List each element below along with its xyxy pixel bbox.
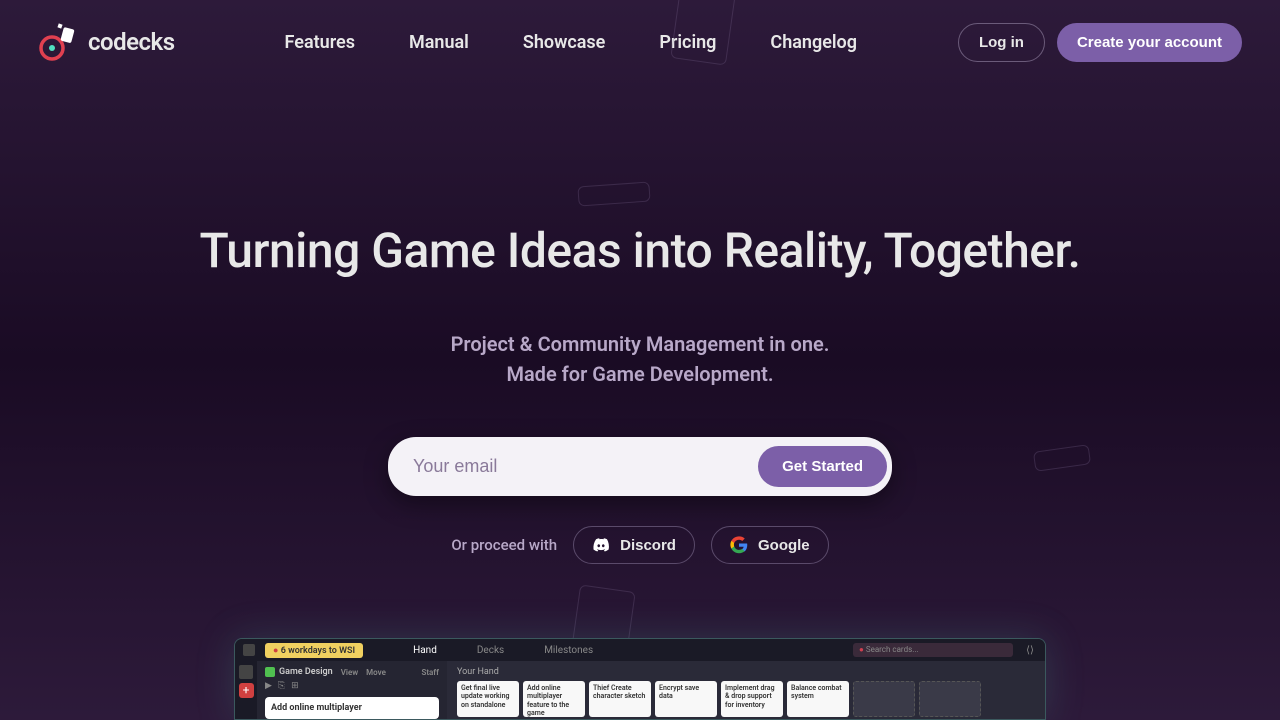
google-button[interactable]: Google: [711, 526, 829, 564]
login-button[interactable]: Log in: [958, 23, 1045, 62]
logo-icon: [38, 22, 78, 62]
preview-search: ● Search cards...: [853, 643, 1013, 657]
preview-menu-icon: [243, 644, 255, 656]
brand-text: codecks: [88, 28, 175, 56]
preview-card-empty: [919, 681, 981, 717]
preview-tab-decks: Decks: [477, 645, 504, 656]
hero-title: Turning Game Ideas into Reality, Togethe…: [0, 222, 1280, 279]
hero-subtitle: Project & Community Management in one. M…: [0, 329, 1280, 389]
preview-card: Implement drag & drop support for invent…: [721, 681, 783, 717]
preview-card: Add online multiplayer feature to the ga…: [523, 681, 585, 717]
signup-form: Get Started: [388, 437, 892, 496]
preview-tab-milestones: Milestones: [544, 645, 593, 656]
preview-card: Thief Create character sketch: [589, 681, 651, 717]
create-account-button[interactable]: Create your account: [1057, 23, 1242, 62]
preview-card: Encrypt save data: [655, 681, 717, 717]
proceed-label: Or proceed with: [451, 536, 557, 554]
nav-showcase[interactable]: Showcase: [523, 32, 606, 53]
preview-tab-hand: Hand: [413, 645, 437, 656]
preview-add-icon: +: [239, 683, 254, 698]
preview-card: Balance combat system: [787, 681, 849, 717]
email-input[interactable]: [393, 442, 758, 491]
preview-card: Get final live update working on standal…: [457, 681, 519, 717]
preview-hand-label: Your Hand: [457, 667, 1035, 677]
nav-features[interactable]: Features: [285, 32, 355, 53]
discord-icon: [592, 536, 610, 554]
preview-edit-card: Add online multiplayer: [271, 703, 433, 713]
preview-workdays-badge: ● 6 workdays to WSI: [265, 643, 363, 658]
nav-manual[interactable]: Manual: [409, 32, 469, 53]
google-icon: [730, 536, 748, 554]
preview-card-empty: [853, 681, 915, 717]
app-preview: ● 6 workdays to WSI Hand Decks Milestone…: [234, 638, 1046, 720]
preview-home-icon: [239, 665, 253, 679]
get-started-button[interactable]: Get Started: [758, 446, 887, 487]
logo[interactable]: codecks: [38, 22, 175, 62]
preview-section-name: Game Design: [279, 667, 333, 677]
discord-button[interactable]: Discord: [573, 526, 695, 564]
nav-changelog[interactable]: Changelog: [770, 32, 857, 53]
